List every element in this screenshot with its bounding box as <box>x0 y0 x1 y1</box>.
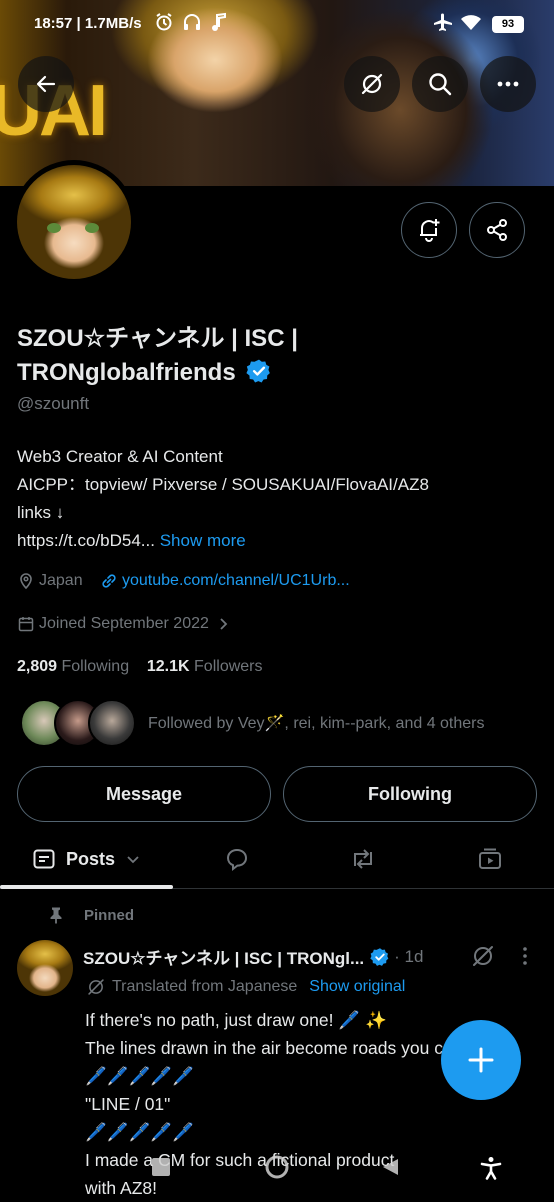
follower-avatar <box>88 699 136 747</box>
verified-badge-icon[interactable] <box>246 358 272 384</box>
followed-by-text: Followed by Vey🪄, rei, kim--park, and 4 … <box>148 715 485 732</box>
followers-count-link[interactable]: 12.1K Followers <box>147 658 263 675</box>
system-nav-bar <box>0 1140 554 1200</box>
show-original-link[interactable]: Show original <box>309 978 405 996</box>
profile-avatar[interactable] <box>12 160 136 284</box>
share-button[interactable] <box>469 202 525 258</box>
square-icon <box>152 1158 170 1176</box>
tab-media[interactable] <box>425 830 554 888</box>
notifications-button[interactable] <box>401 202 457 258</box>
triangle-back-icon <box>383 1159 398 1175</box>
post-author-name[interactable]: SZOU☆チャンネル | ISC | TRONgl... <box>83 944 364 969</box>
alarm-icon <box>154 12 174 36</box>
status-time: 18:57 | 1.7MB/s <box>34 15 142 32</box>
following-button[interactable]: Following <box>283 766 537 822</box>
post-grok-button[interactable] <box>470 943 496 974</box>
translation-row: Translated from Japanese Show original <box>86 977 405 997</box>
reply-icon <box>226 848 248 872</box>
location-text: Japan <box>39 572 83 589</box>
search-icon <box>429 73 452 96</box>
post-timestamp[interactable]: · 1d <box>394 947 423 967</box>
profile-location: Japan <box>17 572 83 590</box>
compose-post-button[interactable] <box>441 1020 521 1100</box>
profile-tabs: Posts <box>0 830 554 889</box>
website-link[interactable]: youtube.com/channel/UC1Urb... <box>122 572 350 590</box>
repost-icon <box>354 849 372 869</box>
joined-text: Joined September 2022 <box>39 615 209 632</box>
more-vertical-icon <box>523 947 527 965</box>
followed-by-row[interactable]: Followed by Vey🪄, rei, kim--park, and 4 … <box>20 699 485 747</box>
tab-replies[interactable] <box>173 830 301 888</box>
translated-label: Translated from Japanese <box>112 978 298 995</box>
battery-indicator: 93 <box>492 16 524 33</box>
back-nav-button[interactable] <box>380 1156 402 1183</box>
bell-plus-icon <box>420 219 440 242</box>
profile-joined[interactable]: Joined September 2022 <box>17 615 233 633</box>
plus-icon <box>468 1047 494 1073</box>
avatar-image <box>17 165 131 279</box>
grok-button[interactable] <box>344 56 400 112</box>
grok-icon <box>473 946 493 966</box>
bio-line: Web3 Creator & AI Content <box>17 447 223 466</box>
more-horizontal-icon <box>497 81 519 87</box>
circle-icon <box>265 1155 289 1179</box>
posts-icon <box>33 849 55 869</box>
bio-line: AICPP：topview/ Pixverse / SOUSAKUAI/Flov… <box>17 475 429 494</box>
following-count-link[interactable]: 2,809 Following <box>17 658 129 675</box>
calendar-icon <box>18 617 34 632</box>
back-arrow-icon <box>36 75 56 93</box>
location-pin-icon <box>20 573 32 590</box>
more-options-button[interactable] <box>480 56 536 112</box>
media-icon <box>478 848 501 869</box>
accessibility-icon <box>480 1157 502 1180</box>
music-note-icon <box>210 12 228 36</box>
headphones-icon <box>182 12 202 36</box>
post-author-avatar[interactable] <box>17 940 73 996</box>
message-button[interactable]: Message <box>17 766 271 822</box>
show-more-link[interactable]: Show more <box>160 531 246 550</box>
chevron-down-icon <box>127 856 139 864</box>
follow-counts: 2,809 Following 12.1K Followers <box>17 658 263 676</box>
recents-button[interactable] <box>150 1156 172 1183</box>
tab-reposts[interactable] <box>301 830 425 888</box>
wifi-icon <box>460 12 482 36</box>
profile-name: SZOU☆チャンネル | ISC | TRONglobalfriends <box>17 322 437 390</box>
post-header: SZOU☆チャンネル | ISC | TRONgl... · 1d <box>83 944 423 969</box>
airplane-icon <box>432 12 454 38</box>
pin-icon <box>50 907 62 924</box>
home-button[interactable] <box>264 1154 290 1185</box>
profile-bio: Web3 Creator & AI Content AICPP：topview/… <box>17 443 537 555</box>
share-icon <box>487 219 507 241</box>
verified-badge-icon <box>370 947 389 966</box>
back-button[interactable] <box>18 56 74 112</box>
profile-website[interactable]: youtube.com/channel/UC1Urb... <box>100 572 350 590</box>
pinned-indicator: Pinned <box>48 906 134 924</box>
active-tab-indicator <box>0 885 173 889</box>
bio-line: links ↓ <box>17 503 65 522</box>
search-button[interactable] <box>412 56 468 112</box>
profile-handle: @szounft <box>17 394 90 413</box>
grok-icon <box>361 73 383 95</box>
status-bar: 18:57 | 1.7MB/s 93 <box>0 0 554 48</box>
bio-link[interactable]: https://t.co/bD54... <box>17 531 155 550</box>
pinned-label: Pinned <box>84 906 135 924</box>
tab-posts-label: Posts <box>65 848 116 869</box>
tab-posts[interactable]: Posts <box>0 830 173 889</box>
chevron-right-icon <box>220 618 228 630</box>
post-more-button[interactable] <box>518 945 532 972</box>
link-icon <box>102 574 116 588</box>
accessibility-button[interactable] <box>480 1156 502 1185</box>
translate-icon <box>88 979 104 995</box>
